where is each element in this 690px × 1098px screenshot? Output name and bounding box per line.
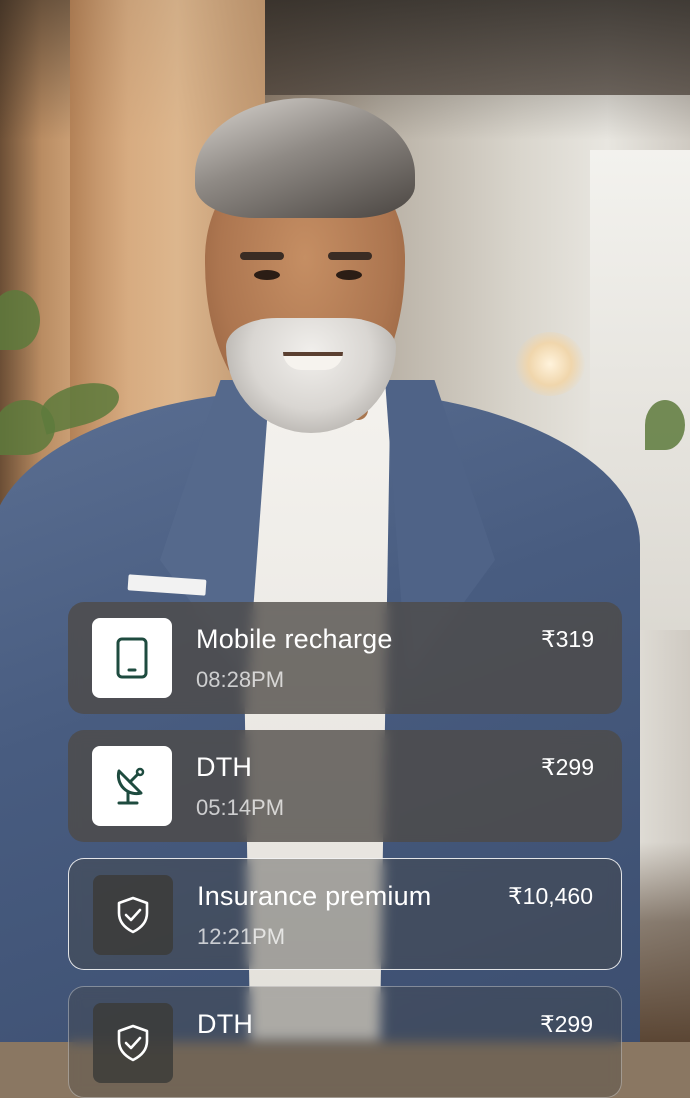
transaction-amount: ₹299: [539, 1011, 593, 1037]
transaction-card-dth[interactable]: DTH 05:14PM ₹299: [68, 730, 622, 842]
transaction-card-dth-2[interactable]: DTH ₹299: [68, 986, 622, 1098]
mobile-icon-container: [92, 618, 172, 698]
shield-check-icon: [117, 896, 149, 934]
satellite-dish-icon: [116, 767, 145, 805]
shield-check-icon-container: [93, 1003, 173, 1083]
transaction-time: 08:28PM: [196, 667, 285, 692]
satellite-dish-icon-container: [92, 746, 172, 826]
transaction-card-mobile-recharge[interactable]: Mobile recharge 08:28PM ₹319: [68, 602, 622, 714]
transaction-amount: ₹10,460: [508, 883, 593, 909]
transaction-card-insurance-premium[interactable]: Insurance premium 12:21PM ₹10,460: [68, 858, 622, 970]
transaction-time: 12:21PM: [197, 924, 286, 949]
transaction-title: DTH: [196, 752, 253, 782]
transaction-amount: ₹299: [540, 754, 594, 780]
mobile-icon: [116, 637, 148, 679]
transaction-amount: ₹319: [540, 626, 594, 652]
transaction-title: DTH: [197, 1009, 254, 1039]
shield-check-icon-container: [93, 875, 173, 955]
transaction-title: Insurance premium: [197, 881, 432, 911]
transaction-title: Mobile recharge: [196, 624, 393, 654]
shield-check-icon: [117, 1024, 149, 1062]
transaction-time: 05:14PM: [196, 795, 285, 820]
